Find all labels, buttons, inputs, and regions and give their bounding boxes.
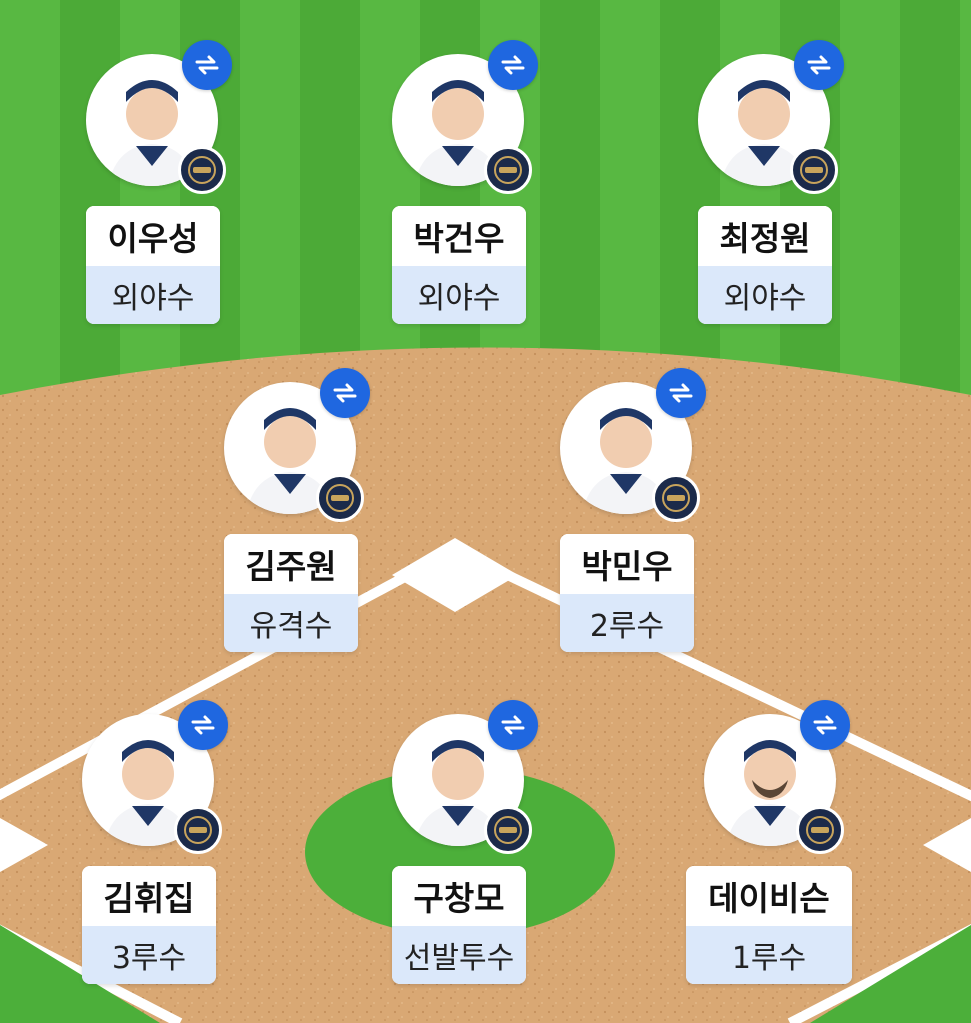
player-slot-left-field[interactable]: 이우성 외야수 <box>86 40 232 324</box>
swap-arrows-icon[interactable] <box>178 700 228 750</box>
swap-arrows-icon[interactable] <box>794 40 844 90</box>
swap-arrows-icon[interactable] <box>182 40 232 90</box>
swap-arrows-icon[interactable] <box>320 368 370 418</box>
player-card: 박민우 2루수 <box>560 534 694 652</box>
player-card: 데이비슨 1루수 <box>686 866 852 984</box>
team-logo-icon <box>484 806 532 854</box>
player-name: 구창모 <box>392 866 526 926</box>
player-name: 이우성 <box>86 206 220 266</box>
swap-arrows-icon[interactable] <box>488 40 538 90</box>
player-card: 박건우 외야수 <box>392 206 526 324</box>
team-logo-icon <box>484 146 532 194</box>
player-name: 최정원 <box>698 206 832 266</box>
player-card: 김주원 유격수 <box>224 534 358 652</box>
player-name: 데이비슨 <box>686 866 852 926</box>
player-position: 1루수 <box>686 926 852 984</box>
team-logo-icon <box>174 806 222 854</box>
player-slot-second-base[interactable]: 박민우 2루수 <box>560 368 706 652</box>
player-card: 김휘집 3루수 <box>82 866 216 984</box>
player-card: 최정원 외야수 <box>698 206 832 324</box>
player-position: 외야수 <box>392 266 526 324</box>
player-name: 김주원 <box>224 534 358 594</box>
team-logo-icon <box>796 806 844 854</box>
player-position: 외야수 <box>698 266 832 324</box>
team-logo-icon <box>652 474 700 522</box>
player-position: 3루수 <box>82 926 216 984</box>
player-card: 구창모 선발투수 <box>392 866 526 984</box>
team-logo-icon <box>178 146 226 194</box>
team-logo-icon <box>316 474 364 522</box>
player-slot-pitcher[interactable]: 구창모 선발투수 <box>392 700 538 984</box>
player-position: 외야수 <box>86 266 220 324</box>
team-logo-icon <box>790 146 838 194</box>
player-position: 2루수 <box>560 594 694 652</box>
swap-arrows-icon[interactable] <box>800 700 850 750</box>
player-position: 선발투수 <box>392 926 526 984</box>
player-slot-right-field[interactable]: 최정원 외야수 <box>698 40 844 324</box>
player-name: 박민우 <box>560 534 694 594</box>
player-position: 유격수 <box>224 594 358 652</box>
player-slot-third-base[interactable]: 김휘집 3루수 <box>82 700 228 984</box>
swap-arrows-icon[interactable] <box>488 700 538 750</box>
player-card: 이우성 외야수 <box>86 206 220 324</box>
player-name: 박건우 <box>392 206 526 266</box>
player-slot-center-field[interactable]: 박건우 외야수 <box>392 40 538 324</box>
player-slot-first-base[interactable]: 데이비슨 1루수 <box>686 700 852 984</box>
player-slot-shortstop[interactable]: 김주원 유격수 <box>224 368 370 652</box>
player-name: 김휘집 <box>82 866 216 926</box>
swap-arrows-icon[interactable] <box>656 368 706 418</box>
